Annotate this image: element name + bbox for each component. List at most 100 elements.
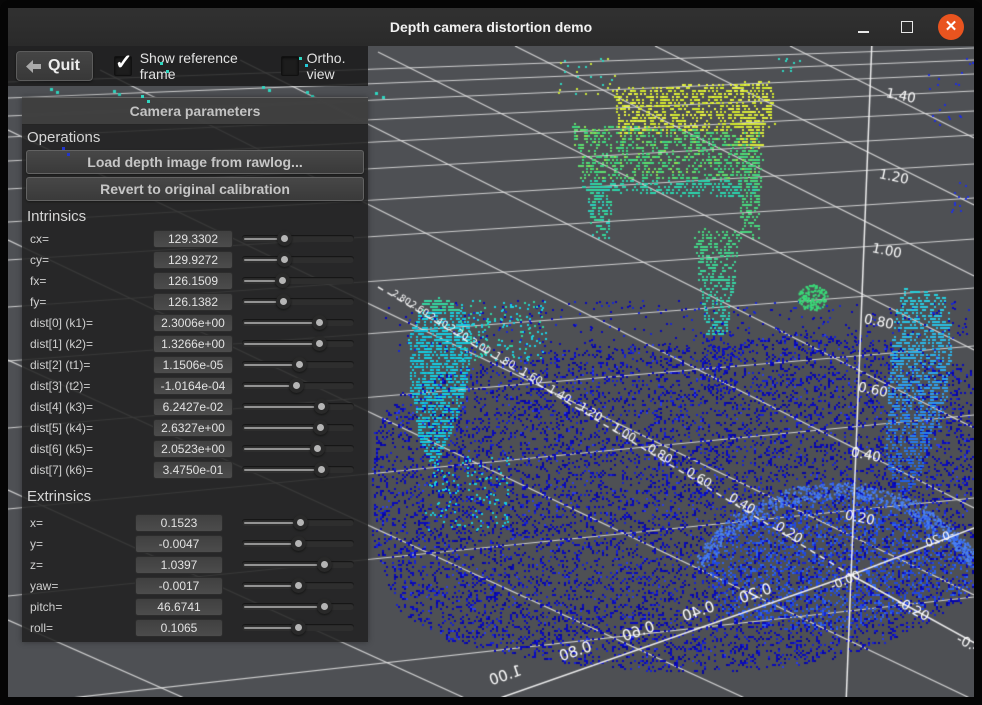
param-label: dist[3] (t2)= [30, 379, 153, 393]
param-row: dist[3] (t2)=-1.0164e-04 [22, 375, 368, 396]
revert-calibration-button[interactable]: Revert to original calibration [26, 177, 364, 201]
param-row: fx=126.1509 [22, 270, 368, 291]
param-value-box[interactable]: 6.2427e-02 [153, 398, 233, 416]
slider-knob[interactable] [312, 315, 327, 330]
slider-fill [244, 448, 318, 450]
param-value-box[interactable]: 126.1509 [153, 272, 233, 290]
param-value-box[interactable]: 129.3302 [153, 230, 233, 248]
load-depth-image-button[interactable]: Load depth image from rawlog... [26, 150, 364, 174]
param-value-box[interactable]: 126.1382 [153, 293, 233, 311]
point-speck [141, 95, 144, 98]
slider-knob[interactable] [317, 599, 332, 614]
slider-knob[interactable] [310, 441, 325, 456]
param-value-box[interactable]: 0.1065 [135, 619, 223, 637]
param-label: cx= [30, 232, 153, 246]
slider-knob[interactable] [314, 462, 329, 477]
param-slider[interactable] [242, 557, 354, 572]
slider-knob[interactable] [317, 557, 332, 572]
param-slider[interactable] [242, 620, 354, 635]
param-slider[interactable] [242, 273, 354, 288]
param-slider[interactable] [242, 294, 354, 309]
param-value-box[interactable]: -0.0017 [135, 577, 223, 595]
param-value-box[interactable]: -1.0164e-04 [153, 377, 233, 395]
slider-fill [244, 343, 320, 345]
slider-knob[interactable] [314, 399, 329, 414]
param-value-box[interactable]: -0.0047 [135, 535, 223, 553]
section-intrinsics-label: Intrinsics [22, 204, 368, 228]
param-value-box[interactable]: 1.1506e-05 [153, 356, 233, 374]
slider-knob[interactable] [291, 578, 306, 593]
param-value-box[interactable]: 0.1523 [135, 514, 223, 532]
slider-knob[interactable] [277, 231, 292, 246]
param-row: z=1.0397 [22, 554, 368, 575]
window-title: Depth camera distortion demo [390, 19, 592, 35]
param-row: fy=126.1382 [22, 291, 368, 312]
param-value-box[interactable]: 1.3266e+00 [153, 335, 233, 353]
param-slider[interactable] [242, 462, 354, 477]
slider-knob[interactable] [276, 294, 291, 309]
slider-knob[interactable] [277, 252, 292, 267]
slider-knob[interactable] [289, 378, 304, 393]
minimize-button[interactable] [850, 14, 876, 40]
param-label: y= [30, 537, 135, 551]
quit-button-label: Quit [48, 57, 80, 75]
slider-knob[interactable] [293, 515, 308, 530]
param-label: dist[1] (k2)= [30, 337, 153, 351]
slider-fill [244, 606, 325, 608]
param-value-box[interactable]: 2.0523e+00 [153, 440, 233, 458]
param-label: dist[2] (t1)= [30, 358, 153, 372]
param-value-box[interactable]: 2.6327e+00 [153, 419, 233, 437]
slider-knob[interactable] [275, 273, 290, 288]
checkbox-ortho-view[interactable]: Ortho. view [281, 50, 368, 82]
param-row: yaw=-0.0017 [22, 575, 368, 596]
point-speck [305, 64, 308, 67]
param-slider[interactable] [242, 599, 354, 614]
param-slider[interactable] [242, 315, 354, 330]
slider-knob[interactable] [313, 420, 328, 435]
param-row: dist[6] (k5)=2.0523e+00 [22, 438, 368, 459]
param-slider[interactable] [242, 357, 354, 372]
param-value-box[interactable]: 46.6741 [135, 598, 223, 616]
slider-knob[interactable] [291, 620, 306, 635]
title-bar: Depth camera distortion demo ✕ [8, 8, 974, 46]
slider-fill [244, 564, 325, 566]
close-button[interactable]: ✕ [938, 14, 964, 40]
section-operations-label: Operations [22, 125, 368, 149]
checkbox-show-reference-frame[interactable]: ✓ Show reference frame [114, 50, 260, 82]
param-slider[interactable] [242, 336, 354, 351]
param-value-box[interactable]: 129.9272 [153, 251, 233, 269]
param-slider[interactable] [242, 252, 354, 267]
param-slider[interactable] [242, 536, 354, 551]
extrinsics-rows: x=0.1523 y=-0.0047z=1.0397yaw=-0.0017pitc… [22, 512, 368, 638]
param-row: x=0.1523 [22, 512, 368, 533]
maximize-button[interactable] [894, 14, 920, 40]
param-label: dist[0] (k1)= [30, 316, 153, 330]
param-label: cy= [30, 253, 153, 267]
param-slider[interactable] [242, 378, 354, 393]
checkbox-label: Ortho. view [307, 50, 368, 82]
slider-knob[interactable] [292, 357, 307, 372]
param-slider[interactable] [242, 399, 354, 414]
param-value-box[interactable]: 1.0397 [135, 556, 223, 574]
param-slider[interactable] [242, 231, 354, 246]
param-value-box[interactable]: 2.3006e+00 [153, 314, 233, 332]
param-slider[interactable] [242, 441, 354, 456]
param-label: z= [30, 558, 135, 572]
param-row: dist[4] (k3)=6.2427e-02 [22, 396, 368, 417]
slider-knob[interactable] [312, 336, 327, 351]
param-row: pitch=46.6741 [22, 596, 368, 617]
panel-header[interactable]: Camera parameters [22, 97, 368, 125]
param-label: dist[7] (k6)= [30, 463, 153, 477]
quit-button[interactable]: Quit [16, 51, 93, 81]
param-label: dist[5] (k4)= [30, 421, 153, 435]
slider-knob[interactable] [291, 536, 306, 551]
param-row: dist[5] (k4)=2.6327e+00 [22, 417, 368, 438]
param-slider[interactable] [242, 515, 354, 530]
param-row: dist[2] (t1)=1.1506e-05 [22, 354, 368, 375]
checkbox-box[interactable] [281, 56, 299, 76]
param-value-box[interactable]: 3.4750e-01 [153, 461, 233, 479]
param-slider[interactable] [242, 578, 354, 593]
param-row: cx=129.3302 [22, 228, 368, 249]
param-slider[interactable] [242, 420, 354, 435]
checkbox-box[interactable]: ✓ [114, 56, 132, 76]
